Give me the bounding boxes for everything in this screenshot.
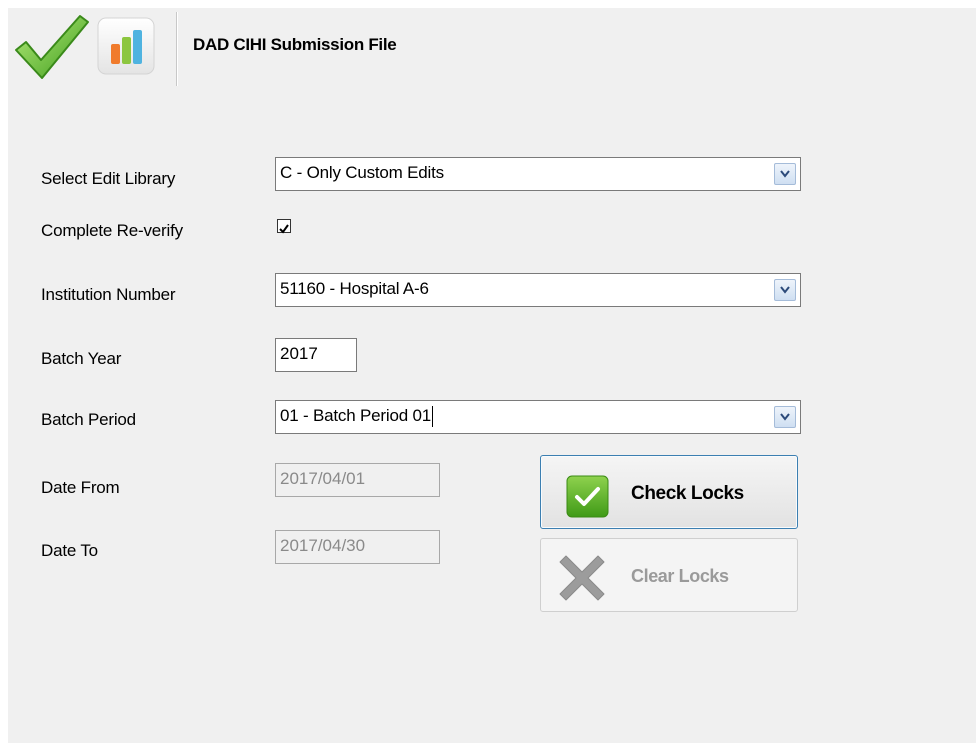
check-locks-button[interactable]: Check Locks: [540, 455, 798, 529]
batch-year-input[interactable]: 2017: [275, 338, 357, 372]
bar-chart-icon[interactable]: [97, 17, 155, 75]
edit-library-label: Select Edit Library: [41, 169, 176, 188]
check-locks-label: Check Locks: [631, 483, 744, 504]
batch-year-value: 2017: [280, 344, 318, 363]
checkmark-icon: [279, 224, 289, 234]
chevron-down-icon[interactable]: [774, 163, 796, 185]
chevron-down-icon[interactable]: [774, 279, 796, 301]
toolbar-separator: [176, 12, 178, 86]
institution-number-select[interactable]: 51160 - Hospital A-6: [275, 273, 801, 307]
page-title: DAD CIHI Submission File: [193, 35, 397, 54]
chevron-down-icon[interactable]: [774, 406, 796, 428]
complete-reverify-checkbox[interactable]: [277, 219, 291, 234]
complete-reverify-label: Complete Re-verify: [41, 221, 183, 240]
date-from-label: Date From: [41, 478, 120, 497]
batch-period-label: Batch Period: [41, 410, 136, 429]
checkmark-icon[interactable]: [14, 14, 90, 85]
check-icon: [566, 475, 609, 523]
institution-number-value: 51160 - Hospital A-6: [280, 279, 429, 298]
batch-period-value: 01 - Batch Period 01: [280, 406, 431, 425]
clear-locks-label: Clear Locks: [631, 566, 729, 586]
date-to-label: Date To: [41, 541, 98, 560]
edit-library-select[interactable]: C - Only Custom Edits: [275, 157, 801, 191]
batch-period-select[interactable]: 01 - Batch Period 01: [275, 400, 801, 434]
edit-library-value: C - Only Custom Edits: [280, 163, 444, 182]
batch-year-label: Batch Year: [41, 349, 122, 368]
main-panel: [8, 8, 976, 743]
text-caret: [432, 406, 433, 427]
close-icon: [558, 554, 606, 607]
clear-locks-button[interactable]: Clear Locks: [540, 538, 798, 612]
date-to-input: 2017/04/30: [275, 530, 440, 564]
institution-number-label: Institution Number: [41, 285, 176, 304]
date-from-input: 2017/04/01: [275, 463, 440, 497]
date-to-value: 2017/04/30: [280, 536, 366, 555]
date-from-value: 2017/04/01: [280, 469, 366, 488]
